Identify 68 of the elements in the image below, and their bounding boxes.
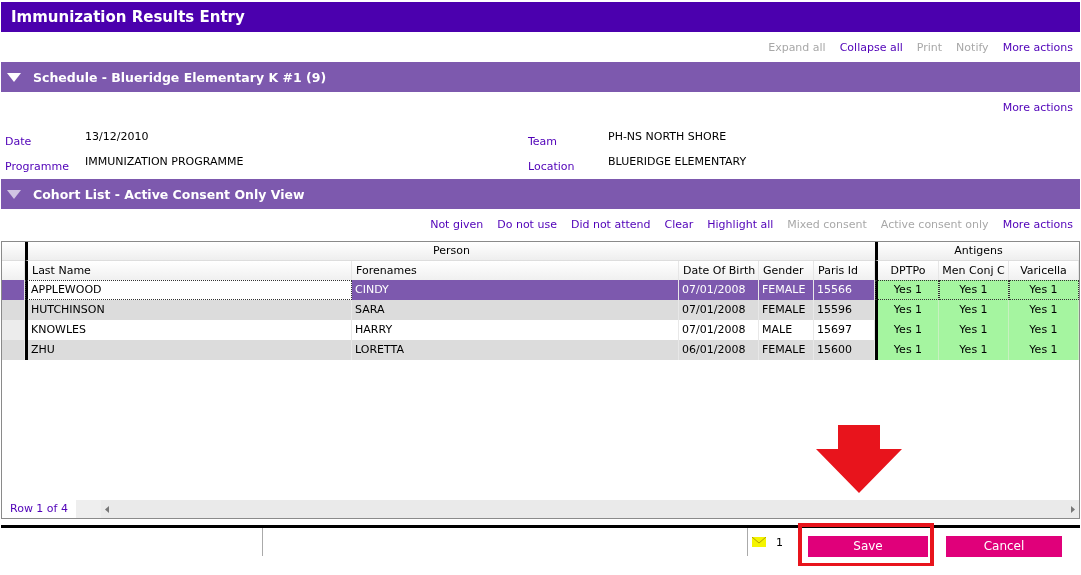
action-link[interactable]: More actions xyxy=(1002,100,1073,114)
field-label: Programme xyxy=(5,160,70,175)
table-cell: Yes 1 xyxy=(1009,300,1079,320)
field-value: IMMUNIZATION PROGRAMME xyxy=(85,154,245,170)
envelope-icon[interactable] xyxy=(752,537,766,547)
action-button[interactable]: Cancel xyxy=(946,535,1062,557)
table-cell: LORETTA xyxy=(352,340,679,360)
table-cell: Yes 1 xyxy=(939,300,1009,320)
table-cell: Yes 1 xyxy=(939,340,1009,360)
table-cell: Yes 1 xyxy=(939,320,1009,340)
table-cell: Yes 1 xyxy=(1009,320,1079,340)
column-group-header: Antigens xyxy=(875,242,1079,261)
field-label: Date xyxy=(5,135,33,150)
row-count: Row 1 of 4 xyxy=(2,500,76,518)
field-value: BLUERIDGE ELEMENTARY xyxy=(608,154,748,170)
action-link[interactable]: Highlight all xyxy=(707,217,774,231)
table-cell: CINDY xyxy=(352,280,679,300)
table-cell: Yes 1 xyxy=(875,280,939,300)
column-header[interactable]: Gender xyxy=(759,261,814,280)
down-arrow-icon xyxy=(816,424,902,493)
action-link[interactable]: Did not attend xyxy=(570,217,651,231)
action-link[interactable]: Do not use xyxy=(497,217,557,231)
table-cell: Yes 1 xyxy=(875,340,939,360)
column-header[interactable]: DPTPo xyxy=(875,261,939,280)
column-header[interactable]: Varicella xyxy=(1009,261,1079,280)
message-count: 1 xyxy=(776,535,783,549)
scroll-left-icon[interactable] xyxy=(104,505,109,513)
table-cell: Yes 1 xyxy=(875,300,939,320)
table-cell: 15566 xyxy=(814,280,875,300)
table-cell: FEMALE xyxy=(759,340,814,360)
section-title: Schedule - Blueridge Elementary K #1 (9) xyxy=(33,69,327,85)
collapse-triangle-icon[interactable] xyxy=(7,189,21,199)
table-cell: FEMALE xyxy=(759,300,814,320)
corner-header xyxy=(2,261,25,280)
column-header[interactable]: Last Name xyxy=(25,261,352,280)
column-header[interactable]: Men Conj C xyxy=(939,261,1009,280)
column-header[interactable]: Paris Id xyxy=(814,261,875,280)
window-title: Immunization Results Entry xyxy=(1,2,1080,32)
corner-header xyxy=(2,242,25,261)
column-group-header: Person xyxy=(25,242,875,261)
table-cell: Yes 1 xyxy=(1009,280,1079,300)
column-header[interactable]: Date Of Birth xyxy=(679,261,759,280)
scroll-right-icon[interactable] xyxy=(1071,505,1075,513)
table-cell: Yes 1 xyxy=(875,320,939,340)
table-cell: Yes 1 xyxy=(939,280,1009,300)
field-value: 13/12/2010 xyxy=(85,129,150,145)
collapse-triangle-icon[interactable] xyxy=(7,72,21,82)
table-cell: 06/01/2008 xyxy=(679,340,759,360)
action-button[interactable]: Save xyxy=(808,535,928,557)
action-link[interactable]: Collapse all xyxy=(839,40,903,54)
table-cell: ZHU xyxy=(25,340,352,360)
section-title: Cohort List - Active Consent Only View xyxy=(33,186,305,202)
table-cell: FEMALE xyxy=(759,280,814,300)
table-cell: Yes 1 xyxy=(1009,340,1079,360)
table-cell: 07/01/2008 xyxy=(679,280,759,300)
action-link[interactable]: Not given xyxy=(430,217,484,231)
action-link[interactable]: More actions xyxy=(1002,217,1073,231)
table-cell: SARA xyxy=(352,300,679,320)
row-header[interactable] xyxy=(2,280,25,300)
table-cell: HUTCHINSON xyxy=(25,300,352,320)
horizontal-scrollbar[interactable] xyxy=(100,500,1079,518)
table-cell: 07/01/2008 xyxy=(679,300,759,320)
action-link[interactable]: Clear xyxy=(664,217,694,231)
field-label: Location xyxy=(528,160,576,175)
field-label: Team xyxy=(528,135,559,150)
column-header[interactable]: Forenames xyxy=(352,261,679,280)
action-link[interactable]: More actions xyxy=(1002,40,1073,54)
field-value: PH-NS NORTH SHORE xyxy=(608,129,728,145)
